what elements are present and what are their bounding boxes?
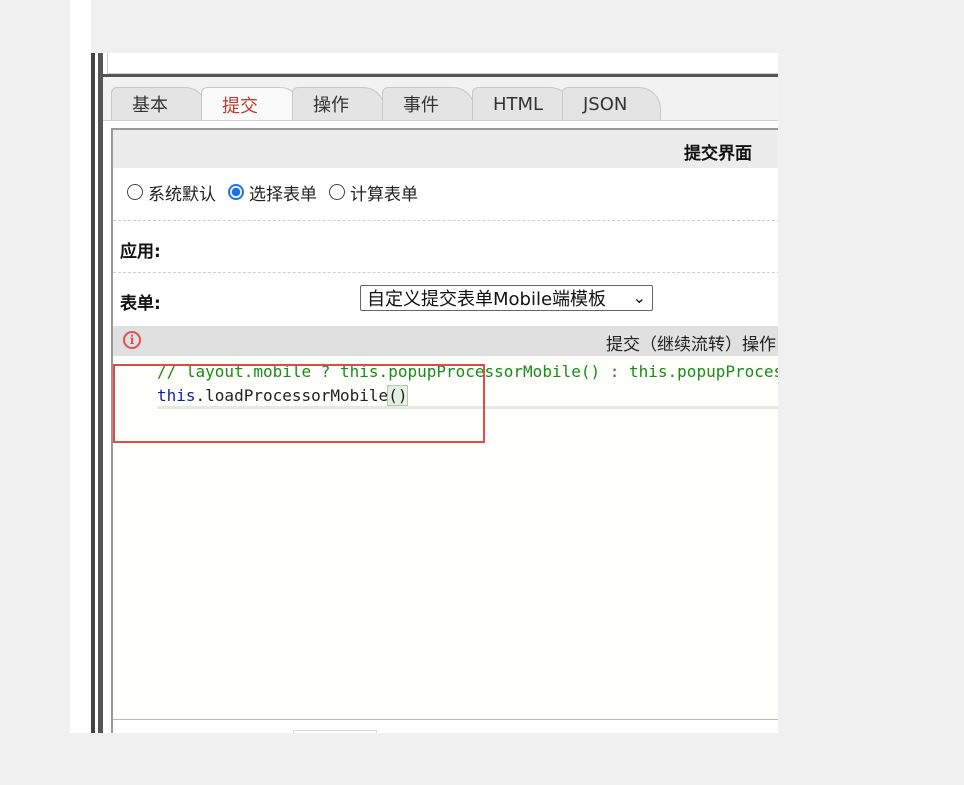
tab-events[interactable]: 事件 — [382, 87, 475, 120]
section-bar: i 提交（继续流转）操作 — [113, 326, 778, 356]
header-bar: 提交界面 — [113, 130, 778, 168]
chevron-down-icon: ⌄ — [632, 288, 646, 307]
info-icon[interactable]: i — [123, 331, 141, 349]
tab-submit[interactable]: 提交 — [201, 87, 302, 121]
form-select-value: 自定义提交表单Mobile端模板 — [367, 289, 607, 310]
divider — [113, 272, 778, 273]
radio-label: 计算表单 — [350, 184, 418, 205]
bottom-tab[interactable] — [293, 730, 377, 733]
tab-operation[interactable]: 操作 — [292, 87, 385, 120]
app-label: 应用: — [120, 242, 161, 262]
radio-button[interactable] — [329, 184, 345, 200]
form-select[interactable]: 自定义提交表单Mobile端模板 ⌄ — [360, 285, 653, 311]
radio-calculate-form[interactable]: 计算表单 — [329, 180, 418, 205]
annotation-highlight-box — [113, 364, 485, 443]
page-strip — [70, 0, 91, 733]
tab-basic[interactable]: 基本 — [111, 87, 207, 120]
tab-json[interactable]: JSON — [562, 87, 661, 120]
radio-system-default[interactable]: 系统默认 — [127, 180, 216, 205]
radio-label: 系统默认 — [148, 184, 216, 205]
submit-mode-radio-group: 系统默认 选择表单 计算表单 — [127, 177, 430, 207]
radio-button[interactable] — [127, 184, 143, 200]
form-label: 表单: — [120, 294, 161, 314]
tab-label: 基本 — [132, 95, 168, 116]
divider — [113, 220, 778, 221]
top-input-box[interactable] — [107, 53, 778, 74]
tab-label: JSON — [583, 93, 628, 115]
tab-label: 提交 — [222, 95, 258, 117]
radio-label: 选择表单 — [249, 184, 317, 205]
tab-label: 操作 — [313, 95, 349, 116]
bottom-rule — [113, 719, 778, 720]
radio-button-checked[interactable] — [228, 184, 244, 200]
tab-label: HTML — [493, 93, 544, 115]
radio-select-form[interactable]: 选择表单 — [228, 180, 317, 205]
tab-label: 事件 — [403, 95, 439, 116]
section-title: 提交（继续流转）操作 — [606, 335, 776, 355]
tabs-baseline — [103, 120, 778, 121]
page-title: 提交界面 — [684, 144, 752, 164]
tab-html[interactable]: HTML — [472, 87, 572, 120]
